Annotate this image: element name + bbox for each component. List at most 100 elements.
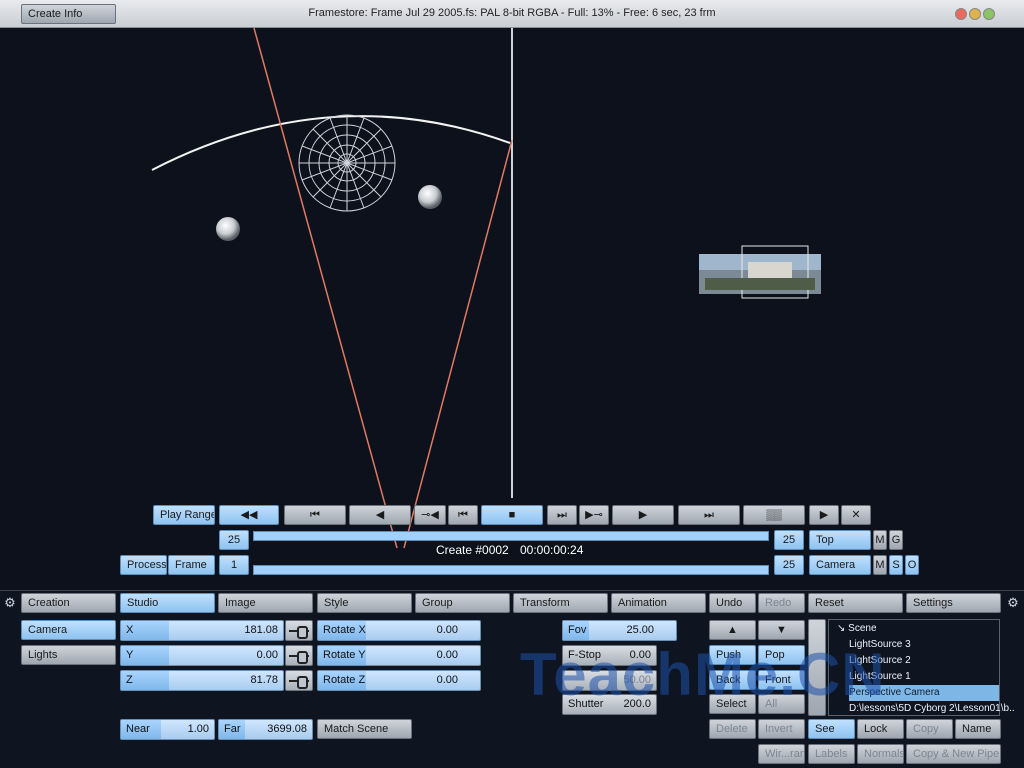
step-back-button[interactable]: ⏮: [448, 505, 478, 525]
window-title: Framestore: Frame Jul 29 2005.fs: PAL 8-…: [308, 7, 716, 19]
move-down-button[interactable]: ▼: [758, 620, 805, 640]
rewind-fast-button[interactable]: ◀◀: [219, 505, 279, 525]
frame-scrub-track[interactable]: [253, 565, 769, 575]
view-top-m-button[interactable]: M: [873, 530, 887, 550]
rotate-y-value: 0.00: [436, 649, 458, 661]
tab-transform[interactable]: Transform: [513, 593, 608, 613]
invert-button[interactable]: Invert: [758, 719, 805, 739]
rotate-x-label: Rotate X: [318, 621, 366, 640]
undo-button[interactable]: Undo: [709, 593, 756, 613]
reset-button[interactable]: Reset: [808, 593, 903, 613]
y-slider-icon[interactable]: [285, 645, 313, 666]
match-scene-button[interactable]: Match Scene: [317, 719, 412, 739]
z-value: 81.78: [250, 674, 278, 686]
play-backward-button[interactable]: ◀: [349, 505, 411, 525]
fov-value: 25.00: [626, 624, 654, 636]
prev-key-button[interactable]: ⊸◀: [414, 505, 446, 525]
loop-button[interactable]: ▒▒: [743, 505, 805, 525]
redo-button[interactable]: Redo: [758, 593, 805, 613]
range-end-bottom-field[interactable]: 25: [774, 555, 804, 575]
copy-new-pipe-button[interactable]: Copy & New Pipe: [906, 744, 1001, 764]
rotate-x-value: 0.00: [436, 624, 458, 636]
far-field[interactable]: Far 3699.08: [218, 719, 313, 740]
x-button[interactable]: ✕: [841, 505, 871, 525]
zoom-window-icon[interactable]: [983, 8, 995, 20]
fov-field[interactable]: Fov 25.00: [562, 620, 677, 641]
list-item-camera[interactable]: Camera: [21, 620, 116, 640]
rotate-z-label: Rotate Z: [318, 671, 366, 690]
current-frame-field[interactable]: 1: [219, 555, 249, 575]
copy-button[interactable]: Copy: [906, 719, 953, 739]
tab-creation[interactable]: Creation: [21, 593, 116, 613]
minimize-window-icon[interactable]: [969, 8, 981, 20]
image-thumbnail: [699, 245, 821, 299]
settings-button[interactable]: Settings: [906, 593, 1001, 613]
wireframe-button[interactable]: Wir...rame: [758, 744, 805, 764]
labels-button[interactable]: Labels: [808, 744, 855, 764]
tab-image[interactable]: Image: [218, 593, 313, 613]
gear-icon[interactable]: ⚙: [3, 596, 17, 610]
range-track[interactable]: [253, 531, 769, 541]
see-button[interactable]: See: [808, 719, 855, 739]
normals-button[interactable]: Normals: [857, 744, 904, 764]
wireframe-sphere: [298, 114, 396, 212]
rotate-y-label: Rotate Y: [318, 646, 366, 665]
rotate-y-field[interactable]: Rotate Y 0.00: [317, 645, 481, 666]
x-slider-icon[interactable]: [285, 620, 313, 641]
rotate-x-field[interactable]: Rotate X 0.00: [317, 620, 481, 641]
fov-label: Fov: [563, 621, 589, 640]
view-camera-m-button[interactable]: M: [873, 555, 887, 575]
timecode: 00:00:00:24: [520, 543, 584, 557]
y-value: 0.00: [256, 649, 278, 661]
expand-arrow-icon[interactable]: ↘: [837, 623, 845, 634]
view-camera-button[interactable]: Camera: [809, 555, 871, 575]
play-triangle-button[interactable]: ▶: [809, 505, 839, 525]
process-button[interactable]: Process: [120, 555, 167, 575]
watermark: TeachMe.CN: [520, 641, 886, 708]
move-up-button[interactable]: ▲: [709, 620, 756, 640]
range-start-field[interactable]: 25: [219, 530, 249, 550]
skip-to-start-button[interactable]: ⏮: [284, 505, 346, 525]
view-top-g-button[interactable]: G: [889, 530, 903, 550]
far-label: Far: [219, 720, 245, 739]
view-top-button[interactable]: Top: [809, 530, 871, 550]
tab-studio[interactable]: Studio: [120, 593, 215, 613]
near-value: 1.00: [187, 723, 209, 735]
delete-button[interactable]: Delete: [709, 719, 756, 739]
range-end-top-field[interactable]: 25: [774, 530, 804, 550]
close-window-icon[interactable]: [955, 8, 967, 20]
frame-button[interactable]: Frame: [168, 555, 215, 575]
near-field[interactable]: Near 1.00: [120, 719, 215, 740]
step-forward-button[interactable]: ⏭: [547, 505, 577, 525]
skip-to-end-button[interactable]: ⏭: [678, 505, 740, 525]
create-label: Create #0002: [436, 543, 509, 557]
tree-root-label: Scene: [848, 623, 877, 634]
far-value: 3699.08: [267, 723, 307, 735]
light-source-sphere: [216, 217, 240, 241]
y-field[interactable]: Y 0.00: [120, 645, 284, 666]
x-label: X: [121, 621, 169, 640]
view-camera-o-button[interactable]: O: [905, 555, 919, 575]
tab-group[interactable]: Group: [415, 593, 510, 613]
stop-button[interactable]: ■: [481, 505, 543, 525]
x-value: 181.08: [244, 624, 278, 636]
z-field[interactable]: Z 81.78: [120, 670, 284, 691]
gear-icon[interactable]: ⚙: [1006, 596, 1020, 610]
lock-button[interactable]: Lock: [857, 719, 904, 739]
tree-root[interactable]: ↘ Scene: [837, 621, 877, 637]
light-source-sphere: [418, 185, 442, 209]
play-range-button[interactable]: Play Range: [153, 505, 215, 525]
name-button[interactable]: Name: [955, 719, 1001, 739]
view-camera-s-button[interactable]: S: [889, 555, 903, 575]
rotate-z-value: 0.00: [436, 674, 458, 686]
play-forward-button[interactable]: ▶: [612, 505, 674, 525]
tab-style[interactable]: Style: [317, 593, 412, 613]
camera-frustum-left: [253, 27, 398, 549]
z-label: Z: [121, 671, 169, 690]
z-slider-icon[interactable]: [285, 670, 313, 691]
x-field[interactable]: X 181.08: [120, 620, 284, 641]
tab-animation[interactable]: Animation: [611, 593, 706, 613]
list-item-lights[interactable]: Lights: [21, 645, 116, 665]
rotate-z-field[interactable]: Rotate Z 0.00: [317, 670, 481, 691]
next-key-button[interactable]: ▶⊸: [579, 505, 609, 525]
